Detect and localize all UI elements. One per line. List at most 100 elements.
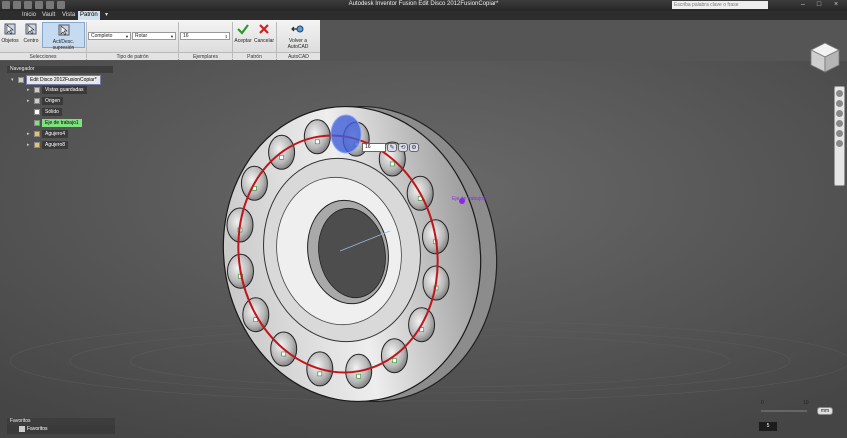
accept-label: Aceptar (234, 38, 252, 44)
navigator-panel: Navegador ▾ Edit Disco 2012FusionCopiar*… (7, 66, 113, 406)
instance-marker[interactable] (279, 155, 284, 160)
instance-marker[interactable] (392, 358, 397, 364)
tree-item-work-axis[interactable]: Eje de trabajo1 (27, 119, 82, 127)
look-at-icon[interactable] (836, 130, 843, 137)
steering-wheel-icon[interactable] (836, 90, 843, 97)
tree-item-label: Vistas guardadas (42, 86, 87, 94)
ribbon-tabs: Inicio Vault Vista Patrón ▾ (0, 11, 847, 20)
back-to-autocad-button[interactable]: Volver a AutoCAD (278, 22, 318, 50)
chevron-down-icon: ▼ (125, 34, 129, 39)
cursor-icon (25, 23, 37, 35)
folder-icon (34, 87, 40, 93)
collapse-icon[interactable]: ▾ (11, 76, 16, 84)
part-icon (18, 77, 24, 83)
stepper-icon: ⇕ (224, 34, 228, 39)
zoom-icon[interactable] (836, 110, 843, 117)
tab-vista[interactable]: Vista (60, 11, 77, 20)
instances-value: 16 (183, 33, 189, 39)
search-input[interactable]: Escriba palabra clave o frase (672, 1, 768, 9)
cursor-icon (4, 23, 16, 35)
tree-item-label: Agujero4 (42, 130, 69, 138)
group-label-instances: Ejemplares (179, 52, 232, 60)
slider-tick-min: 0 (761, 400, 764, 406)
tree-item-label: Agujero8 (42, 141, 69, 149)
selected-hole[interactable] (330, 114, 362, 154)
cursor-icon (58, 24, 69, 36)
axis-label: Eje de trabajo1 (452, 196, 486, 202)
instance-marker[interactable] (281, 351, 287, 357)
chevron-down-icon: ▼ (170, 34, 174, 39)
pattern-orient-select[interactable]: Rotar ▼ (132, 32, 176, 40)
favorites-item-label: Favoritos (27, 426, 48, 432)
home-icon[interactable] (836, 140, 843, 147)
suppress-toggle-label: Act/Desc. supresión (52, 39, 75, 51)
flip-icon[interactable]: ⟲ (398, 143, 408, 152)
group-label-selections: Selecciones (0, 52, 86, 60)
3d-viewport[interactable]: Eje de trabajo1 (0, 61, 847, 438)
pattern-mode-select[interactable]: Completo ▼ (88, 32, 131, 40)
tree-item-origin[interactable]: ▸ Origen (27, 97, 64, 105)
objects-button[interactable]: Objetos (1, 22, 19, 48)
tree-item-solid[interactable]: Sólido (27, 108, 62, 116)
expand-icon[interactable]: ▸ (27, 141, 32, 149)
favorites-panel: Favoritos Favoritos (7, 418, 115, 434)
navigator-header: Navegador (7, 66, 113, 73)
unit-badge[interactable]: mm (817, 407, 833, 415)
tree-item-hole4[interactable]: ▸ Agujero4 (27, 130, 69, 138)
tree-item-label: Origen (42, 97, 64, 105)
favorites-item[interactable]: Favoritos (7, 425, 115, 434)
instances-field[interactable]: 16 ⇕ (180, 32, 230, 40)
slider-value: 5 (759, 422, 777, 431)
group-label-pattern: Patrón (233, 52, 276, 60)
cancel-button[interactable]: Cancelar (254, 22, 274, 48)
axis-icon (34, 120, 40, 126)
center-label: Centro (23, 38, 39, 44)
scale-slider[interactable]: 0 10 5 (757, 400, 815, 432)
x-icon (259, 24, 269, 34)
favorites-icon (19, 426, 25, 432)
edit-icon[interactable]: ✎ (387, 143, 397, 152)
title-bar: Autodesk Inventor Fusion Edit Disco 2012… (0, 0, 847, 11)
accept-button[interactable]: Aceptar (234, 22, 252, 48)
group-label-autocad: AutoCAD (277, 52, 320, 60)
minimize-button[interactable]: – (796, 0, 810, 10)
pan-icon[interactable] (836, 100, 843, 107)
maximize-button[interactable]: □ (812, 0, 826, 10)
tree-item-hole8[interactable]: ▸ Agujero8 (27, 141, 69, 149)
expand-icon[interactable]: ▸ (27, 130, 32, 138)
hole-icon (34, 142, 40, 148)
check-icon (237, 24, 249, 35)
slider-track[interactable] (761, 410, 807, 412)
orbit-icon[interactable] (836, 120, 843, 127)
cancel-label: Cancelar (254, 38, 275, 44)
hole-icon (34, 131, 40, 137)
folder-icon (34, 98, 40, 104)
group-label-pattern-type: Tipo de patrón (87, 52, 178, 60)
tree-item-root[interactable]: ▾ Edit Disco 2012FusionCopiar* (11, 75, 101, 85)
instance-marker[interactable] (317, 371, 323, 377)
pattern-orient-value: Rotar (135, 33, 148, 39)
expand-icon[interactable]: ▸ (27, 97, 32, 105)
navigation-bar (834, 86, 845, 186)
tree-item-label: Edit Disco 2012FusionCopiar* (26, 75, 101, 85)
options-icon[interactable]: ⚙ (409, 143, 419, 152)
tree-item-saved-views[interactable]: ▸ Vistas guardadas (27, 86, 87, 94)
count-field[interactable]: 16 (362, 143, 386, 152)
tab-vault[interactable]: Vault (40, 11, 57, 20)
center-button[interactable]: Centro (21, 22, 41, 48)
close-button[interactable]: × (829, 0, 843, 10)
instance-marker[interactable] (314, 139, 320, 145)
expand-icon[interactable]: ▸ (27, 86, 32, 94)
solid-icon (34, 109, 40, 115)
tab-inicio[interactable]: Inicio (20, 11, 38, 20)
viewcube-icon[interactable] (808, 40, 842, 74)
tab-dropdown[interactable]: ▾ (103, 11, 110, 20)
pattern-mini-toolbar: 16 ✎ ⟲ ⚙ (362, 143, 419, 152)
ribbon-panel: Objetos Centro Act/Desc. supresión Compl… (0, 20, 320, 60)
instance-marker[interactable] (356, 373, 362, 379)
instance-marker[interactable] (389, 161, 395, 167)
tree-item-label: Sólido (42, 108, 62, 116)
objects-label: Objetos (1, 38, 19, 44)
tab-patron[interactable]: Patrón (78, 11, 100, 20)
suppress-toggle-button[interactable]: Act/Desc. supresión (42, 22, 85, 51)
